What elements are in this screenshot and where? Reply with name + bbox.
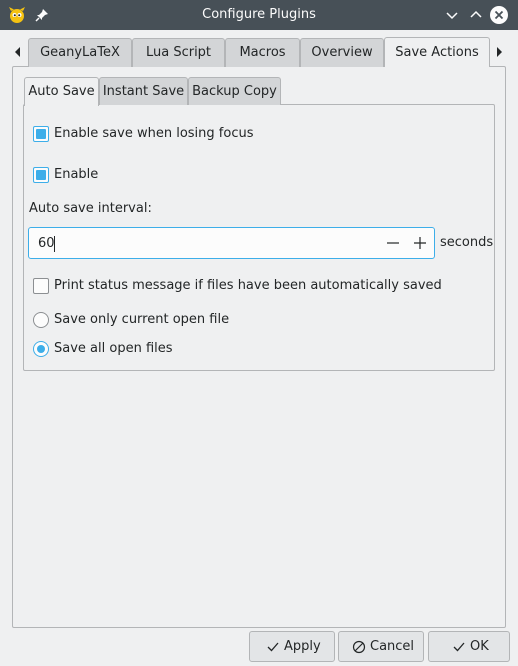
interval-unit-label: seconds (440, 235, 494, 250)
save-current-file-radio[interactable] (33, 312, 49, 328)
tab-geanylatex[interactable]: GeanyLaTeX (28, 38, 132, 67)
increment-icon[interactable] (412, 235, 428, 251)
print-status-message-checkbox[interactable] (33, 278, 49, 294)
maximize-icon[interactable] (466, 5, 486, 25)
save-all-files-label[interactable]: Save all open files (54, 341, 173, 356)
tab-lua-script[interactable]: Lua Script (132, 38, 225, 67)
checkmark-icon (267, 642, 279, 652)
cancel-button-label: Cancel (370, 639, 415, 654)
tab-instant-save[interactable]: Instant Save (99, 77, 188, 105)
tab-auto-save[interactable]: Auto Save (24, 77, 99, 106)
decrement-icon[interactable] (385, 235, 401, 251)
close-icon[interactable] (489, 5, 509, 25)
tab-save-actions[interactable]: Save Actions (384, 37, 490, 67)
save-current-file-label[interactable]: Save only current open file (54, 312, 229, 327)
tab-overview[interactable]: Overview (300, 38, 384, 67)
text-cursor (54, 236, 55, 252)
apply-button[interactable]: Apply (249, 631, 335, 662)
interval-value[interactable]: 60 (38, 236, 55, 251)
cancel-icon (352, 640, 366, 654)
auto-save-interval-spinbox[interactable]: 60 (28, 227, 435, 259)
checkmark-icon (453, 642, 465, 652)
enable-save-on-focus-loss-checkbox[interactable] (33, 126, 49, 142)
auto-save-interval-label: Auto save interval: (29, 201, 152, 216)
enable-auto-save-checkbox[interactable] (33, 167, 49, 183)
enable-auto-save-label[interactable]: Enable (54, 167, 98, 182)
tab-scroll-left-icon[interactable] (13, 44, 23, 60)
minimize-icon[interactable] (442, 5, 462, 25)
apply-button-label: Apply (284, 639, 321, 654)
cancel-button[interactable]: Cancel (338, 631, 424, 662)
tab-macros[interactable]: Macros (225, 38, 300, 67)
tab-scroll-right-icon[interactable] (494, 44, 504, 60)
ok-button-label: OK (470, 639, 489, 654)
enable-save-on-focus-loss-label[interactable]: Enable save when losing focus (54, 126, 253, 141)
ok-button[interactable]: OK (428, 631, 510, 662)
window-title: Configure Plugins (202, 7, 316, 22)
save-all-files-radio[interactable] (33, 341, 49, 357)
tab-backup-copy[interactable]: Backup Copy (188, 77, 281, 105)
title-bar: Configure Plugins (0, 0, 518, 30)
print-status-message-label[interactable]: Print status message if files have been … (54, 278, 442, 293)
